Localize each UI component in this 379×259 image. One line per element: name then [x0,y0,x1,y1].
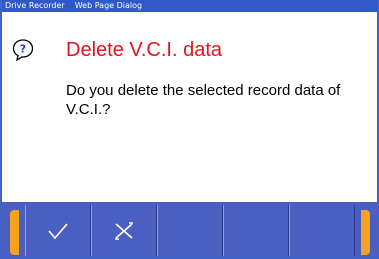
cancel-button[interactable] [91,205,157,256]
dialog-message: Do you delete the selected record data o… [66,82,341,118]
dialog-content: ? Delete V.C.I. data Do you delete the s… [2,12,377,202]
x-icon [113,221,135,241]
blank-button-5[interactable] [289,205,355,256]
dialog-title: Delete V.C.I. data [66,39,223,61]
title-bar: Drive Recorder Web Page Dialog [2,0,377,12]
question-speech-icon: ? [11,38,35,62]
toolbar-left-edge [10,210,19,255]
toolbar-right-edge [361,210,370,255]
ok-button[interactable] [25,205,91,256]
dialog-window: Drive Recorder Web Page Dialog ? Delete V… [0,0,379,259]
blank-button-4[interactable] [223,205,289,256]
button-toolbar [2,202,377,257]
checkmark-icon [47,221,69,241]
svg-text:?: ? [20,43,26,56]
title-dialog-name: Web Page Dialog [74,1,143,10]
blank-button-3[interactable] [157,205,223,256]
title-app-name: Drive Recorder [5,1,65,10]
